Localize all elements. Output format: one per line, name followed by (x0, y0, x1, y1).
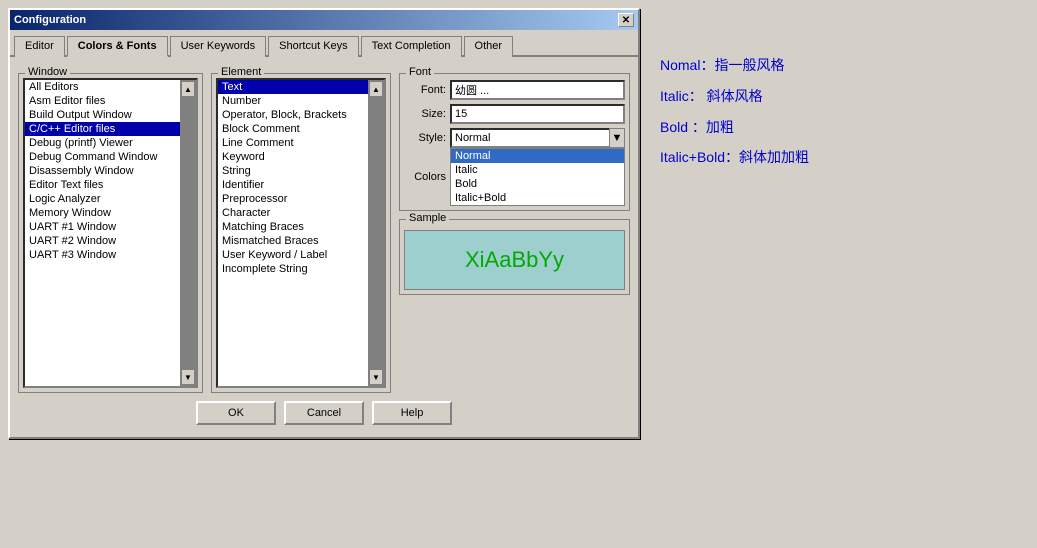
element-list-item[interactable]: User Keyword / Label (218, 248, 368, 262)
sample-group: Sample XiAaBbYy (399, 219, 630, 295)
scroll-thumb[interactable] (181, 97, 195, 369)
window-listbox-container: All EditorsAsm Editor filesBuild Output … (23, 78, 198, 388)
style-list-item-italic[interactable]: Italic (451, 163, 624, 177)
tab-content: Window All EditorsAsm Editor filesBuild … (10, 57, 638, 437)
buttons-row: OK Cancel Help (18, 393, 630, 429)
scroll-up-btn[interactable]: ▲ (181, 81, 195, 97)
style-dropdown-value: Normal (455, 132, 490, 144)
element-list-item[interactable]: Block Comment (218, 122, 368, 136)
window-list-item[interactable]: Build Output Window (25, 108, 180, 122)
sample-text: XiAaBbYy (465, 247, 564, 273)
window-group: Window All EditorsAsm Editor filesBuild … (18, 73, 203, 393)
window-section: Window All EditorsAsm Editor filesBuild … (18, 65, 203, 393)
window-list-item[interactable]: Debug Command Window (25, 150, 180, 164)
el-scroll-down-btn[interactable]: ▼ (369, 369, 383, 385)
sample-preview: XiAaBbYy (404, 230, 625, 290)
sample-group-label: Sample (406, 212, 449, 224)
style-list-item-bold[interactable]: Bold (451, 177, 624, 191)
el-scroll-thumb[interactable] (369, 97, 383, 369)
tab-editor[interactable]: Editor (14, 36, 65, 57)
window-group-label: Window (25, 66, 70, 78)
window-list-item[interactable]: Asm Editor files (25, 94, 180, 108)
element-listbox[interactable]: TextNumberOperator, Block, BracketsBlock… (218, 80, 368, 386)
tab-other[interactable]: Other (464, 36, 514, 57)
window-list-item[interactable]: C/C++ Editor files (25, 122, 180, 136)
window-list-item[interactable]: UART #1 Window (25, 220, 180, 234)
window-list-item[interactable]: Logic Analyzer (25, 192, 180, 206)
tab-colors-fonts[interactable]: Colors & Fonts (67, 36, 168, 57)
element-group: Element TextNumberOperator, Block, Brack… (211, 73, 391, 393)
element-list-item[interactable]: Text (218, 80, 368, 94)
font-size-input[interactable]: 15 (450, 104, 625, 124)
window-list-item[interactable]: All Editors (25, 80, 180, 94)
element-list-item[interactable]: Incomplete String (218, 262, 368, 276)
colors-label: Colors (404, 171, 446, 183)
font-group-label: Font (406, 66, 434, 78)
close-button[interactable]: ✕ (618, 13, 634, 27)
annotation-italic-bold: Italic+Bold：斜体加加粗 (660, 142, 809, 173)
style-dropdown-arrow[interactable]: ▼ (609, 128, 625, 148)
style-dropdown[interactable]: Normal (450, 128, 625, 148)
panels-container: Window All EditorsAsm Editor filesBuild … (18, 65, 630, 393)
main-window: Configuration ✕ Editor Colors & Fonts Us… (8, 8, 640, 439)
font-name-input[interactable]: 幼圆 ... (450, 80, 625, 100)
element-list-item[interactable]: Identifier (218, 178, 368, 192)
ok-button[interactable]: OK (196, 401, 276, 425)
title-bar: Configuration ✕ (10, 10, 638, 30)
el-scroll-up-btn[interactable]: ▲ (369, 81, 383, 97)
element-list-item[interactable]: Line Comment (218, 136, 368, 150)
window-title: Configuration (14, 14, 86, 26)
window-list-item[interactable]: Editor Text files (25, 178, 180, 192)
scroll-down-btn[interactable]: ▼ (181, 369, 195, 385)
font-style-row: Style: Normal ▼ Normal Italic Bold (404, 128, 625, 148)
window-list-item[interactable]: UART #2 Window (25, 234, 180, 248)
font-size-row: Size: 15 (404, 104, 625, 124)
cancel-button[interactable]: Cancel (284, 401, 364, 425)
annotation-bold: Bold ：加粗 (660, 112, 809, 143)
element-list-item[interactable]: Operator, Block, Brackets (218, 108, 368, 122)
help-button[interactable]: Help (372, 401, 452, 425)
style-list-item-normal[interactable]: Normal (451, 149, 624, 163)
tab-user-keywords[interactable]: User Keywords (170, 36, 267, 57)
window-list-item[interactable]: Disassembly Window (25, 164, 180, 178)
element-listbox-container: TextNumberOperator, Block, BracketsBlock… (216, 78, 386, 388)
tab-text-completion[interactable]: Text Completion (361, 36, 462, 57)
element-list-item[interactable]: Character (218, 206, 368, 220)
font-size-label: Size: (404, 108, 446, 120)
window-list-item[interactable]: Memory Window (25, 206, 180, 220)
tab-strip: Editor Colors & Fonts User Keywords Shor… (10, 30, 638, 57)
style-list-item-italic-bold[interactable]: Italic+Bold (451, 191, 624, 205)
window-listbox[interactable]: All EditorsAsm Editor filesBuild Output … (25, 80, 180, 386)
annotation-italic: Italic： 斜体风格 (660, 81, 809, 112)
annotation-normal: Nomal：指一般风格 (660, 50, 809, 81)
element-list-item[interactable]: Keyword (218, 150, 368, 164)
font-style-label: Style: (404, 132, 446, 144)
element-list-item[interactable]: Preprocessor (218, 192, 368, 206)
element-group-label: Element (218, 66, 264, 78)
element-list-item[interactable]: Matching Braces (218, 220, 368, 234)
element-list-item[interactable]: String (218, 164, 368, 178)
tab-shortcut-keys[interactable]: Shortcut Keys (268, 36, 358, 57)
window-list-item[interactable]: Debug (printf) Viewer (25, 136, 180, 150)
style-list: Normal Italic Bold Italic+Bold (450, 148, 625, 206)
style-dropdown-wrapper: Normal ▼ Normal Italic Bold Italic+Bold (450, 128, 625, 148)
element-scrollbar[interactable]: ▲ ▼ (368, 80, 384, 386)
window-list-item[interactable]: UART #3 Window (25, 248, 180, 262)
font-section: Font Font: 幼圆 ... Size: 15 Style: Norm (399, 65, 630, 393)
annotation-panel: Nomal：指一般风格 Italic： 斜体风格 Bold ：加粗 Italic… (660, 50, 809, 173)
element-section: Element TextNumberOperator, Block, Brack… (211, 65, 391, 393)
font-name-row: Font: 幼圆 ... (404, 80, 625, 100)
element-list-item[interactable]: Mismatched Braces (218, 234, 368, 248)
font-group: Font Font: 幼圆 ... Size: 15 Style: Norm (399, 73, 630, 211)
element-list-item[interactable]: Number (218, 94, 368, 108)
window-scrollbar[interactable]: ▲ ▼ (180, 80, 196, 386)
font-name-label: Font: (404, 84, 446, 96)
